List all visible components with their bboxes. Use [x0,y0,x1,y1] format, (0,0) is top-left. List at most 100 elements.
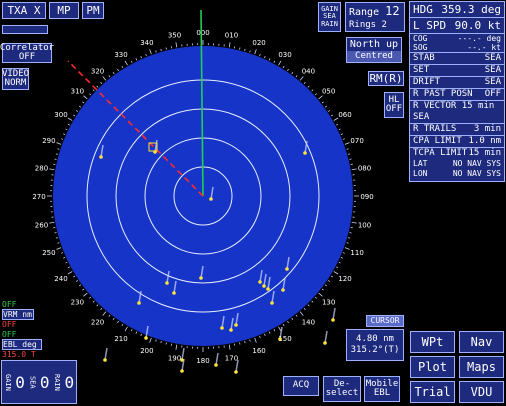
radar-target[interactable] [99,155,103,159]
radar-target[interactable] [209,197,213,201]
bearing-label: 190 [168,355,181,363]
rain-value[interactable]: 0 [65,373,75,392]
info-panel: HDG 359.3 deg L SPD 90.0 kt COG ---.- deg S… [409,1,505,182]
radar-target[interactable] [331,318,335,322]
bearing-tick [67,271,73,275]
info-key: DRIFT [413,77,441,87]
radar-target[interactable] [229,328,233,332]
info-key: CPA LIMIT [413,136,462,146]
bearing-tick [89,93,92,96]
radar-target[interactable] [103,358,107,362]
bearing-tick [273,60,276,63]
plot-button[interactable]: Plot [410,356,455,378]
target-trail [324,330,328,344]
vrm-control[interactable]: OFF VRM nm OFF [2,300,34,329]
bearing-tick [282,66,285,69]
bearing-tick [273,329,276,332]
radar-target[interactable] [220,326,224,330]
bearing-label: 340 [140,39,153,47]
gain-value[interactable]: 0 [15,373,25,392]
range-value: 12 [385,4,400,18]
trial-button[interactable]: Trial [410,381,455,403]
target-trail [215,352,219,366]
info-key: R TRAILS [413,124,457,134]
radar-target[interactable] [214,363,218,367]
radar-target[interactable] [144,336,148,340]
bearing-tick [228,42,231,48]
info-key: SET [413,65,430,75]
radar-target[interactable] [278,337,282,341]
nav-button[interactable]: Nav [459,331,504,353]
gain-sea-rain-button[interactable]: GAIN SEA RAIN [318,2,341,32]
rm-button[interactable]: RM(R) [368,71,404,86]
info-value: SEA [484,53,501,63]
video-button[interactable]: VIDEO NORM [2,68,29,90]
radar-target[interactable] [234,370,238,374]
radar-target[interactable] [137,301,141,305]
radar-target[interactable] [172,291,176,295]
info-value: 3 min [473,124,501,134]
radar-target[interactable] [285,267,289,271]
target-trail [181,347,185,361]
mobile-ebl-button[interactable]: Mobile EBL [364,376,400,402]
radar-target[interactable] [234,323,238,327]
bearing-tick [327,110,331,112]
info-key: TCPA LIMIT [413,148,468,158]
radar-target[interactable] [258,280,262,284]
bearing-tick [92,89,95,92]
acq-button[interactable]: ACQ [283,376,319,396]
bearing-label: 210 [114,335,127,343]
maps-button[interactable]: Maps [459,356,504,378]
video-state: NORM [4,78,27,88]
orientation-panel[interactable]: North up Centred [346,37,402,63]
radar-target[interactable] [270,301,274,305]
hl-button[interactable]: HL OFF [384,92,404,118]
range-panel[interactable]: Range 12 Rings 2 [345,2,405,32]
bearing-label: 310 [71,88,84,96]
bearing-label: 020 [252,39,265,47]
mp-button[interactable]: MP [49,2,79,19]
bearing-tick [244,341,246,344]
bearing-tick [311,89,314,92]
vdu-button[interactable]: VDU [459,381,504,403]
txa-button[interactable]: TXA X [2,2,46,19]
bearing-tick [155,50,157,53]
info-row: R TRAILS 3 min [410,124,504,136]
bearing-tick [82,288,85,291]
radar-target[interactable] [165,281,169,285]
bearing-label: 250 [42,249,55,257]
radar-target[interactable] [199,276,203,280]
hdg-row: HDG 359.3 deg [410,2,504,18]
bearing-tick [342,252,346,254]
radar-target[interactable] [303,151,307,155]
bearing-tick [121,66,124,69]
lon-row: LON NO NAV SYS [413,169,501,178]
bearing-tick [92,300,95,303]
bearing-tick [340,257,343,259]
radar-target[interactable] [323,341,327,345]
deselect-button[interactable]: De- select [323,376,361,402]
radar-target[interactable] [281,288,285,292]
blank-bar[interactable] [2,25,48,34]
bearing-tick [149,49,152,55]
bearing-tick [314,296,317,299]
radar-target[interactable] [262,284,266,288]
gain-sea-rain-panel[interactable]: GAIN 0 SEA 0 RAIN 0 [1,360,77,404]
ebl-control[interactable]: OFF EBL deg 315.0 T [2,330,42,359]
wpt-button[interactable]: WPt [410,331,455,353]
correlator-button[interactable]: Correlator OFF [0,43,54,63]
bearing-tick [249,50,251,53]
bearing-label: 200 [140,347,153,355]
pm-button[interactable]: PM [82,2,104,19]
bearing-tick [303,82,306,85]
bearing-tick [278,60,282,66]
radar-target[interactable] [180,369,184,373]
cursor-label[interactable]: CURSOR [366,315,404,327]
bearing-tick [102,311,107,316]
radar-target[interactable] [266,287,270,291]
bearing-tick [321,288,324,291]
bearing-tick [314,93,317,96]
sea-value[interactable]: 0 [40,373,50,392]
bearing-tick [287,68,289,72]
gsr-rain: RAIN [321,19,338,28]
